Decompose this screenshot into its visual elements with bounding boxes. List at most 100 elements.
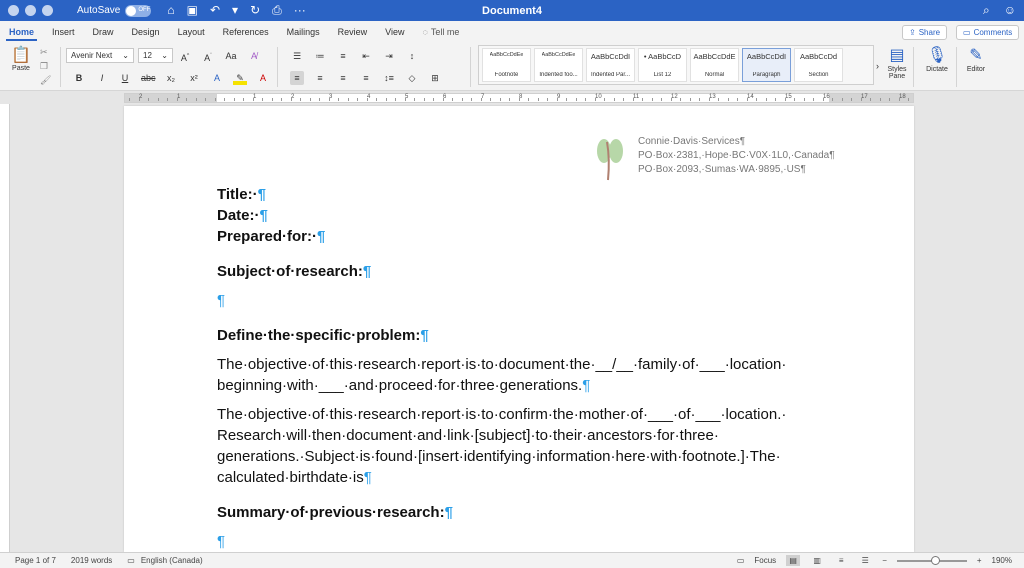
strikethrough-icon[interactable]: abc [141,71,156,85]
redo-icon[interactable]: ↻ [250,3,260,18]
style-sample: • AaBbCcD [643,52,682,61]
subject-heading-text: Subject·of·research: [217,263,363,280]
style-list-12[interactable]: • AaBbCcD List 12 [638,48,687,82]
sort-icon[interactable]: ↕ [405,49,419,63]
decrease-indent-icon[interactable]: ⇤ [359,49,373,63]
focus-icon[interactable]: ▭ [737,556,745,565]
web-layout-view-icon[interactable]: ▥ [810,555,824,566]
ruler-tick [737,98,738,101]
ruler-number: 9 [557,94,561,100]
tab-review[interactable]: Review [329,27,377,41]
chevron-down-icon[interactable]: ▾ [232,3,238,18]
align-right-icon[interactable]: ≡ [336,71,350,85]
tab-draw[interactable]: Draw [84,27,123,41]
line-spacing-icon[interactable]: ↕≡ [382,71,396,85]
tab-references[interactable]: References [214,27,278,41]
shading-icon[interactable]: ◇ [405,71,419,85]
format-painter-icon[interactable]: 🖌 [40,73,52,87]
style-sample: AaBbCcDdI [590,52,631,61]
more-icon[interactable]: ··· [294,3,306,18]
shrink-font-icon[interactable]: Aˇ [201,49,215,63]
save-icon[interactable]: ▣ [187,3,198,18]
style-paragraph[interactable]: AaBbCcDdI Paragraph [742,48,791,82]
zoom-slider[interactable] [896,555,967,565]
minimize-window-button[interactable] [25,5,36,16]
dictate-button[interactable]: 🎙 Dictate [922,46,952,73]
style-section[interactable]: AaBbCcDd Section [794,48,843,82]
language[interactable]: English (Canada) [141,556,203,565]
zoom-out-icon[interactable]: − [882,556,887,565]
focus-label[interactable]: Focus [754,556,776,565]
ruler-tick [138,98,140,101]
style-indented-paragraph[interactable]: AaBbCcDdI Indented Par... [586,48,635,82]
justify-icon[interactable]: ≡ [359,71,373,85]
dictate-label: Dictate [926,66,948,73]
outline-view-icon[interactable]: ≡ [834,555,848,566]
text-effects-icon[interactable]: A [210,71,224,85]
ruler-track[interactable]: 2 1 1 2 3 4 5 6 7 8 9 10 11 12 13 14 15 16 17 18 [124,93,914,103]
highlight-icon[interactable]: ✎ [233,71,247,85]
align-left-icon[interactable]: ≡ [290,71,304,85]
tab-insert[interactable]: Insert [43,27,84,41]
font-size-select[interactable]: 12 ⌄ [138,48,173,63]
autosave-toggle[interactable]: OFF [125,4,152,17]
header-address-us: PO·Box·2093,·Sumas·WA·9895,·US¶ [638,164,806,175]
word-count[interactable]: 2019 words [71,556,112,565]
underline-icon[interactable]: U [118,71,132,85]
style-normal[interactable]: AaBbCcDdE Normal [690,48,739,82]
comments-button[interactable]: ▭ Comments [956,25,1020,40]
tab-home[interactable]: Home [0,27,43,41]
tell-me[interactable]: ◌ Tell me [414,27,469,41]
account-icon[interactable]: ☺ [1004,3,1016,18]
borders-icon[interactable]: ⊞ [428,71,442,85]
tab-layout[interactable]: Layout [169,27,214,41]
home-icon[interactable]: ⌂ [167,3,174,18]
paste-button[interactable]: 📋 Paste [8,47,34,72]
zoom-window-button[interactable] [42,5,53,16]
tab-view[interactable]: View [376,27,413,41]
ruler-tick [898,98,900,101]
zoom-level[interactable]: 190% [992,556,1012,565]
print-icon[interactable]: ⎙ [272,3,282,18]
change-case-icon[interactable]: Aa [224,49,238,63]
font-name-select[interactable]: Avenir Next ⌄ [66,48,134,63]
clear-formatting-icon[interactable]: A̸ [247,49,261,63]
align-center-icon[interactable]: ≡ [313,71,327,85]
ruler-tick [670,98,672,101]
ruler-number: 13 [709,94,716,100]
styles-pane-button[interactable]: ▤ Styles Pane [886,46,908,80]
editor-button[interactable]: ✎ Editor [963,46,989,73]
superscript-icon[interactable]: x² [187,71,201,85]
tab-mailings[interactable]: Mailings [278,27,329,41]
style-indented-footnote[interactable]: AaBbCcDdEe Indented foo... [534,48,583,82]
print-layout-view-icon[interactable]: ▤ [786,555,801,566]
page-count[interactable]: Page 1 of 7 [15,556,56,565]
copy-icon[interactable]: ❐ [40,59,52,73]
document-page[interactable]: Connie·Davis·Services¶ PO·Box·2381,·Hope… [124,106,914,552]
bold-icon[interactable]: B [72,71,86,85]
autosave-state: OFF [138,6,151,13]
share-button[interactable]: ⇪ Share [902,25,948,40]
italic-icon[interactable]: I [95,71,109,85]
draft-view-icon[interactable]: ☰ [858,555,872,566]
ruler-number: 5 [405,94,409,100]
numbering-icon[interactable]: ≔ [313,49,327,63]
search-icon[interactable]: ⌕ [983,3,990,18]
subscript-icon[interactable]: x₂ [164,71,178,85]
font-color-icon[interactable]: A [256,71,270,85]
horizontal-ruler: 2 1 1 2 3 4 5 6 7 8 9 10 11 12 13 14 15 16 17 18 [0,91,1024,104]
undo-icon[interactable]: ↶ [210,3,220,18]
cut-icon[interactable]: ✂ [40,45,52,59]
chevron-right-icon[interactable]: › [876,61,879,71]
tab-design[interactable]: Design [123,27,169,41]
bullets-icon[interactable]: ☰ [290,49,304,63]
zoom-in-icon[interactable]: + [977,556,982,565]
proofing-icon[interactable]: ▭ [127,556,135,565]
multilevel-list-icon[interactable]: ≡ [336,49,350,63]
vertical-ruler [0,104,10,552]
grow-font-icon[interactable]: A^ [178,49,192,63]
style-footnote[interactable]: AaBbCcDdEe Footnote [482,48,531,82]
increase-indent-icon[interactable]: ⇥ [382,49,396,63]
zoom-slider-handle[interactable] [931,555,941,565]
close-window-button[interactable] [8,5,19,16]
